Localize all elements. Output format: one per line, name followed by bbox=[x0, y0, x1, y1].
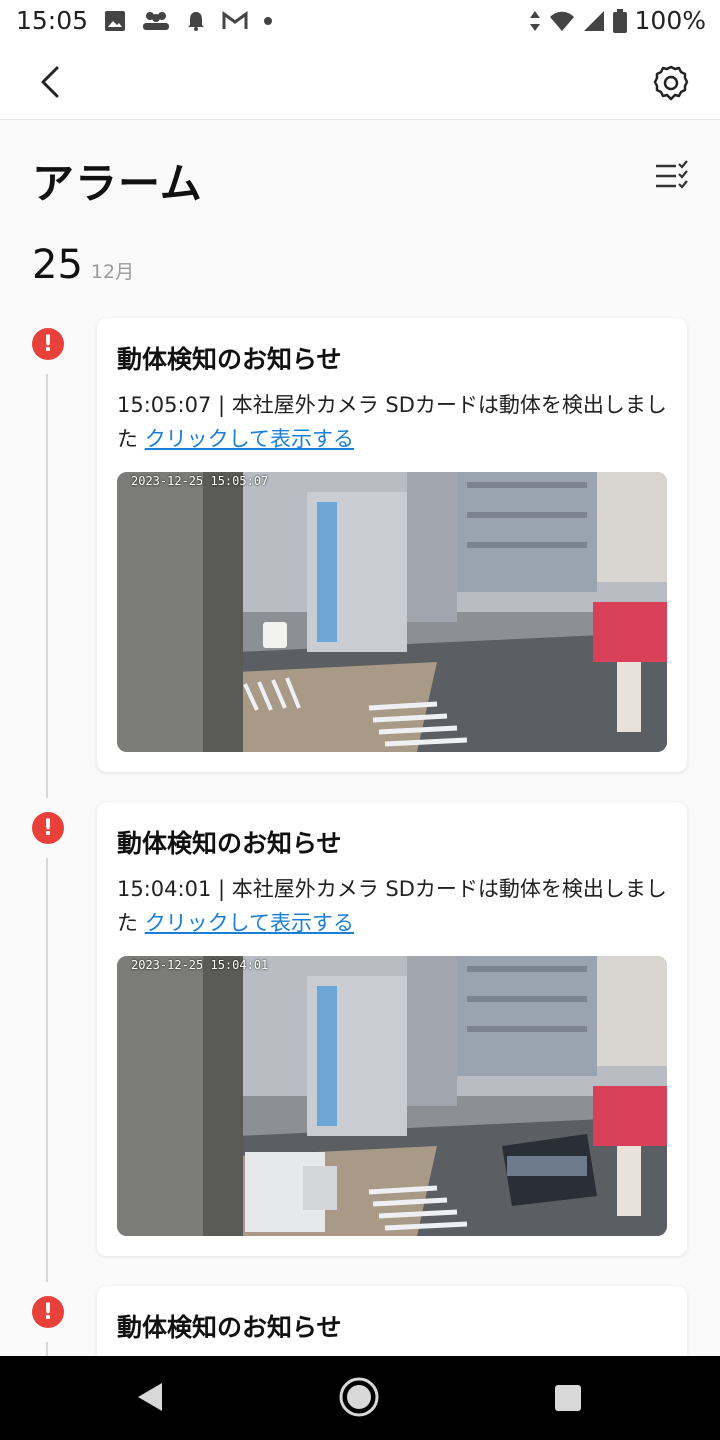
chevron-left-icon bbox=[41, 66, 59, 98]
alarm-card[interactable]: 動体検知のお知らせ 15:04:01 | 本社屋外カメラ SDカードは動体を検出… bbox=[97, 802, 687, 1256]
alert-icon: ! bbox=[32, 1296, 64, 1328]
camera-timestamp: 2023-12-25 15:05:07 bbox=[131, 474, 269, 488]
settings-button[interactable] bbox=[648, 60, 694, 106]
alert-icon: ! bbox=[32, 812, 64, 844]
battery-icon bbox=[612, 8, 627, 33]
camera-timestamp: 2023-12-25 15:04:01 bbox=[131, 958, 269, 972]
system-icons: 100% bbox=[529, 6, 706, 35]
alarm-list-screen[interactable]: アラーム 25 12月 ! 動体検知のお知らせ 15:05:07 | 本社屋外カ… bbox=[0, 120, 720, 1356]
alarm-card[interactable]: 動体検知のお知らせ bbox=[97, 1286, 687, 1356]
alarm-title: 動体検知のお知らせ bbox=[117, 345, 342, 374]
image-icon bbox=[105, 11, 125, 31]
alarm-card[interactable]: 動体検知のお知らせ 15:05:07 | 本社屋外カメラ SDカードは動体を検出… bbox=[97, 318, 687, 772]
timeline-line bbox=[46, 374, 48, 798]
alarm-description: 15:04:01 | 本社屋外カメラ SDカードは動体を検出しました クリックし… bbox=[117, 872, 667, 940]
date-day: 25 bbox=[32, 242, 83, 288]
people-icon bbox=[143, 12, 169, 30]
street-scene-image bbox=[117, 956, 667, 1236]
view-link[interactable]: クリックして表示する bbox=[145, 911, 354, 935]
view-link[interactable]: クリックして表示する bbox=[145, 427, 354, 451]
date-month: 12月 bbox=[90, 261, 135, 283]
data-arrows-icon bbox=[529, 10, 540, 31]
nav-back-button[interactable] bbox=[132, 1380, 166, 1418]
nav-recent-icon bbox=[555, 1385, 581, 1411]
back-button[interactable] bbox=[28, 60, 72, 104]
top-app-bar bbox=[0, 44, 720, 120]
timeline-line bbox=[46, 1342, 48, 1356]
alarm-title: 動体検知のお知らせ bbox=[117, 1313, 342, 1342]
battery-percent: 100% bbox=[634, 6, 706, 35]
alert-icon: ! bbox=[32, 328, 64, 360]
signal-icon bbox=[583, 10, 604, 31]
nav-back-icon bbox=[138, 1383, 162, 1411]
nav-recent-button[interactable] bbox=[554, 1384, 582, 1416]
nav-home-button[interactable] bbox=[338, 1376, 380, 1422]
bell-icon bbox=[188, 12, 204, 31]
street-scene-image bbox=[117, 472, 667, 752]
notification-icons bbox=[104, 10, 272, 32]
camera-snapshot[interactable]: 2023-12-25 15:04:01 bbox=[117, 956, 667, 1236]
filter-button[interactable] bbox=[654, 158, 694, 194]
gear-icon bbox=[653, 65, 689, 101]
status-bar: 15:05 100% bbox=[0, 0, 720, 44]
date-group-header: 25 12月 bbox=[32, 242, 134, 288]
timeline-line bbox=[46, 858, 48, 1282]
status-time: 15:05 bbox=[16, 6, 89, 35]
page-title: アラーム bbox=[32, 159, 203, 208]
gmail-icon bbox=[222, 11, 248, 29]
nav-home-icon bbox=[339, 1377, 379, 1417]
alarm-title: 動体検知のお知らせ bbox=[117, 829, 342, 858]
system-navigation-bar bbox=[0, 1356, 720, 1440]
wifi-icon bbox=[549, 11, 574, 31]
camera-snapshot[interactable]: 2023-12-25 15:05:07 bbox=[117, 472, 667, 752]
alarm-description: 15:05:07 | 本社屋外カメラ SDカードは動体を検出しました クリックし… bbox=[117, 388, 667, 456]
list-check-icon bbox=[656, 160, 688, 189]
dot-icon bbox=[264, 17, 272, 25]
